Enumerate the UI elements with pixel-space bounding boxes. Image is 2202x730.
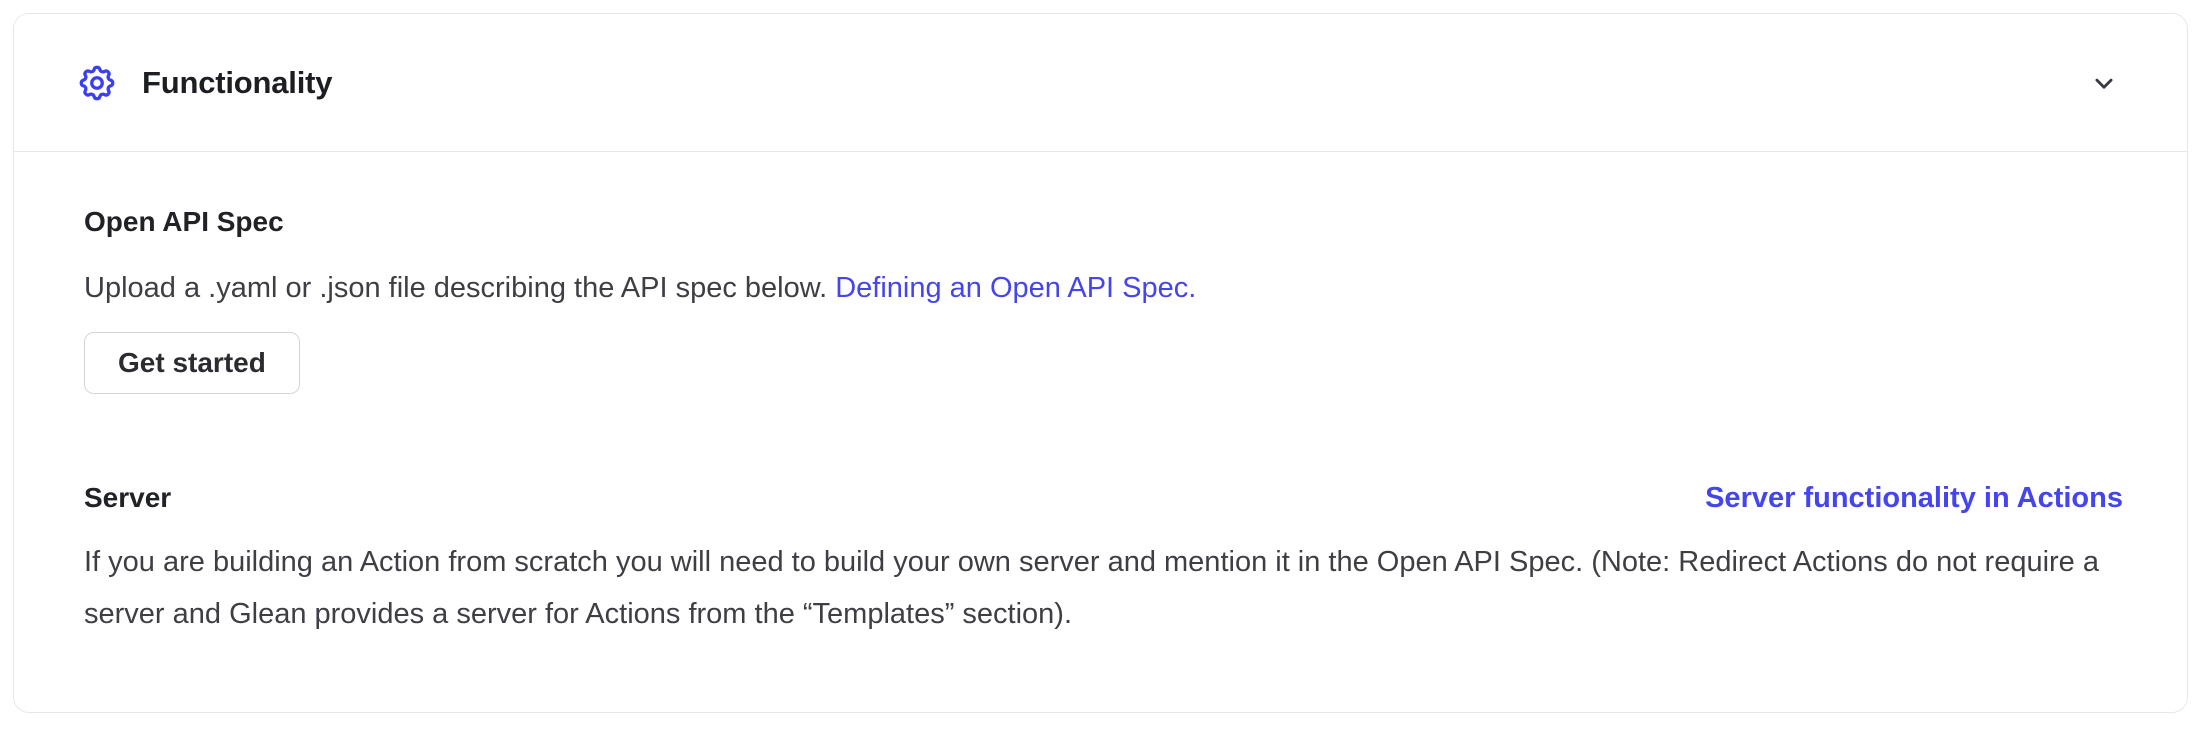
server-section: Server Server functionality in Actions I…	[84, 480, 2123, 640]
server-heading-row: Server Server functionality in Actions	[84, 480, 2123, 516]
open-api-spec-heading: Open API Spec	[84, 204, 2123, 240]
panel-header-left: Functionality	[76, 62, 332, 104]
functionality-panel: Functionality Open API Spec Upload a .ya…	[13, 13, 2188, 713]
server-description: If you are building an Action from scrat…	[84, 536, 2123, 640]
panel-body: Open API Spec Upload a .yaml or .json fi…	[14, 152, 2187, 640]
gear-icon	[76, 62, 118, 104]
functionality-panel-header[interactable]: Functionality	[14, 14, 2187, 152]
get-started-button[interactable]: Get started	[84, 332, 300, 394]
open-api-spec-description: Upload a .yaml or .json file describing …	[84, 268, 2123, 308]
open-api-spec-section: Open API Spec Upload a .yaml or .json fi…	[84, 204, 2123, 394]
panel-title: Functionality	[142, 65, 332, 101]
defining-open-api-spec-link[interactable]: Defining an Open API Spec.	[835, 272, 1196, 304]
open-api-spec-description-text: Upload a .yaml or .json file describing …	[84, 272, 827, 304]
server-functionality-link[interactable]: Server functionality in Actions	[1705, 482, 2123, 515]
chevron-down-icon[interactable]	[2087, 66, 2121, 100]
server-heading: Server	[84, 480, 171, 516]
